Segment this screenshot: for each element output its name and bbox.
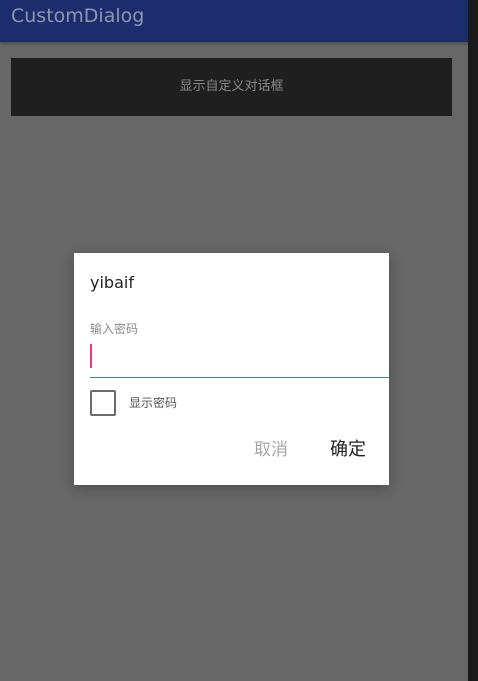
text-cursor [90,344,92,368]
app-bar: CustomDialog [0,0,468,42]
cancel-button[interactable]: 取消 [254,438,288,462]
password-label: 输入密码 [90,322,139,336]
password-input[interactable] [90,341,389,378]
show-password-checkbox[interactable] [90,390,116,416]
ok-button[interactable]: 确定 [330,438,366,462]
app-title: CustomDialog [11,5,145,27]
custom-dialog: yibaif 输入密码 显示密码 取消 确定 [74,253,389,485]
show-custom-dialog-button[interactable]: 显示自定义对话框 [11,58,452,116]
screen: CustomDialog 显示自定义对话框 yibaif 输入密码 显示密码 取… [0,0,478,681]
screen-edge [468,0,478,681]
show-password-label[interactable]: 显示密码 [129,395,177,411]
dialog-title: yibaif [90,273,134,292]
